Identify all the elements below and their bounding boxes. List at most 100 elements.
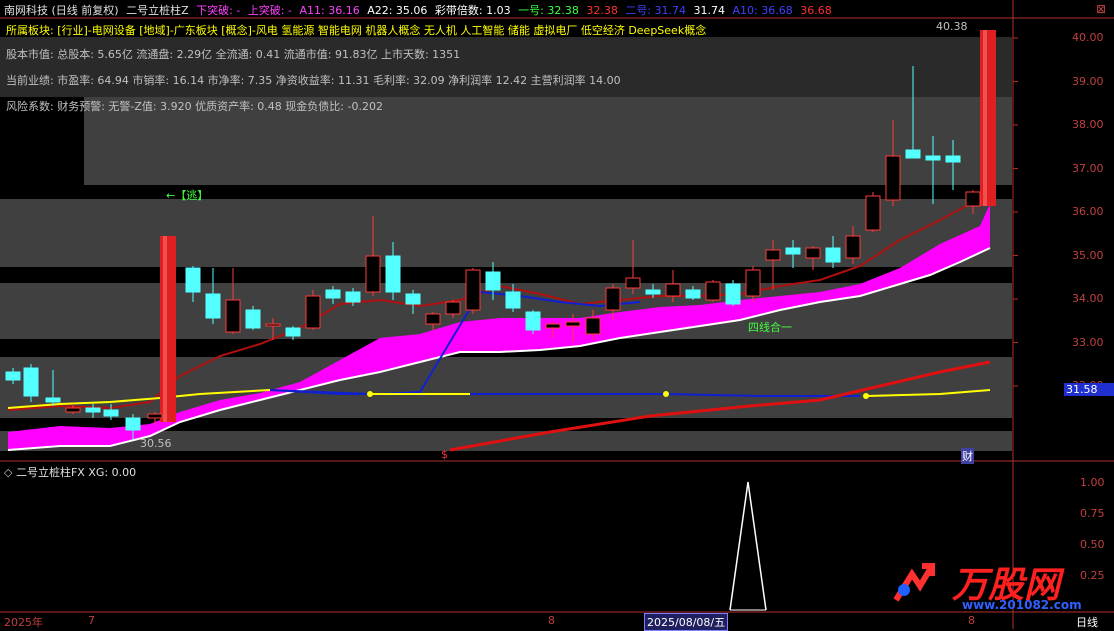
price-axis-tick: 37.00 bbox=[1072, 161, 1104, 175]
candlestick bbox=[665, 283, 681, 297]
candlestick bbox=[785, 247, 801, 255]
candlestick bbox=[825, 247, 841, 263]
candlestick bbox=[85, 407, 101, 413]
ribbon-multiple: 彩带倍数: 1.03 bbox=[434, 4, 511, 17]
candlestick bbox=[465, 269, 481, 311]
candlestick bbox=[925, 155, 941, 161]
price-axis-tick: 36.00 bbox=[1072, 205, 1104, 218]
current-price-tag: 31.58 bbox=[1064, 383, 1114, 396]
a11-value: A11: 36.16 bbox=[299, 4, 360, 17]
price-axis-tick: 33.00 bbox=[1072, 335, 1104, 349]
candlestick bbox=[845, 235, 861, 259]
candlestick bbox=[805, 247, 821, 259]
signal-column bbox=[980, 30, 996, 206]
candlestick bbox=[525, 311, 541, 331]
line1-value: 一号: 32.38 bbox=[518, 4, 579, 17]
candlestick bbox=[585, 317, 601, 335]
candlestick bbox=[445, 301, 461, 315]
watermark-url: www.201082.com bbox=[962, 598, 1082, 612]
a10-value: A10: 36.68 bbox=[732, 4, 793, 17]
candlestick bbox=[45, 397, 61, 403]
candlestick bbox=[125, 417, 141, 431]
chart-mode: (日线 前复权) bbox=[51, 4, 119, 17]
candlestick bbox=[345, 291, 361, 303]
candlestick bbox=[745, 269, 761, 297]
candlestick bbox=[565, 321, 581, 327]
candlestick bbox=[305, 295, 321, 329]
line2-value-b: 31.74 bbox=[693, 4, 726, 17]
watermark-logo-icon bbox=[892, 560, 936, 604]
candlestick bbox=[425, 313, 441, 325]
candlestick bbox=[885, 155, 901, 201]
candlestick bbox=[103, 409, 119, 417]
a22-value: A22: 35.06 bbox=[367, 4, 428, 17]
sub-panel-title[interactable]: ◇ 二号立桩柱FX XG: 0.00 bbox=[4, 464, 136, 480]
header-bar: 南网科技 (日线 前复权) 二号立桩柱Z 下突破: - 上突破: - A11: … bbox=[4, 2, 832, 18]
candlestick bbox=[365, 255, 381, 293]
candlestick bbox=[265, 323, 281, 327]
period-label[interactable]: 日线 bbox=[1076, 614, 1098, 630]
candlestick bbox=[23, 367, 39, 397]
candlestick bbox=[185, 267, 201, 293]
xg-signal-spike bbox=[729, 481, 767, 611]
footer-month-9: 8 bbox=[968, 614, 975, 627]
performance-info: 当前业绩: 市盈率: 64.94 市销率: 16.14 市净率: 7.35 净资… bbox=[6, 74, 621, 87]
escape-label: ←【逃】 bbox=[166, 189, 209, 202]
candlestick bbox=[65, 407, 81, 413]
candlestick bbox=[865, 195, 881, 231]
candlestick bbox=[685, 289, 701, 299]
candlestick bbox=[5, 371, 21, 381]
candlestick bbox=[705, 281, 721, 301]
footer-month-8: 8 bbox=[548, 614, 555, 627]
high-price-label: 40.38 bbox=[936, 20, 968, 33]
footer-year: 2025年 bbox=[4, 616, 43, 629]
candlestick bbox=[905, 149, 921, 159]
sector-info: 所属板块: [行业]-电网设备 [地域]-广东板块 [概念]-风电 氢能源 智能… bbox=[6, 24, 707, 37]
candlestick bbox=[147, 413, 163, 419]
capital-info: 股本市值: 总股本: 5.65亿 流通盘: 2.29亿 全流通: 0.41 流通… bbox=[6, 48, 461, 61]
down-break: 下突破: - bbox=[196, 4, 241, 17]
cursor-date: 2025/08/08/五 bbox=[644, 613, 729, 631]
price-axis-tick: 35.00 bbox=[1072, 248, 1104, 262]
a10-value-b: 36.68 bbox=[800, 4, 832, 17]
signal-column bbox=[160, 236, 176, 422]
kline-chart[interactable] bbox=[0, 0, 1114, 629]
candlestick bbox=[285, 327, 301, 337]
stock-name[interactable]: 南网科技 bbox=[4, 4, 48, 17]
price-axis-tick: 38.00 bbox=[1072, 118, 1104, 131]
candlestick bbox=[485, 271, 501, 291]
candlestick bbox=[505, 291, 521, 309]
candlestick bbox=[545, 323, 561, 329]
price-axis-tick: 39.00 bbox=[1072, 74, 1104, 88]
candlestick bbox=[965, 191, 981, 207]
candlestick bbox=[625, 277, 641, 289]
zone-band bbox=[0, 357, 1012, 418]
sub-axis-tick: 0.75 bbox=[1080, 507, 1105, 520]
price-axis-tick: 40.00 bbox=[1072, 31, 1104, 44]
line2-value: 二号: 31.74 bbox=[625, 4, 687, 17]
four-line-label: 四线合一 bbox=[748, 321, 792, 334]
candlestick bbox=[765, 249, 781, 261]
candlestick bbox=[385, 255, 401, 293]
close-icon[interactable]: ⊠ bbox=[1096, 2, 1106, 16]
candlestick bbox=[245, 309, 261, 329]
risk-info: 风险系数: 财务预警: 无警-Z值: 3.920 优质资产率: 0.48 现金负… bbox=[6, 100, 383, 113]
sub-panel-icon: ◇ bbox=[4, 466, 13, 479]
sub-axis-tick: 0.25 bbox=[1080, 569, 1105, 582]
candlestick bbox=[725, 283, 741, 305]
candlestick bbox=[225, 299, 241, 333]
low-price-label: 30.56 bbox=[140, 437, 172, 450]
line1-value-b: 32.38 bbox=[586, 4, 618, 17]
candlestick bbox=[205, 293, 221, 319]
sub-axis-tick: 1.00 bbox=[1080, 476, 1105, 489]
footer-month-7: 7 bbox=[88, 614, 95, 627]
dividend-marker[interactable]: $ bbox=[441, 448, 448, 461]
candlestick bbox=[325, 289, 341, 299]
finance-marker[interactable]: 财 bbox=[961, 448, 974, 464]
sub-axis-tick: 0.50 bbox=[1080, 538, 1105, 551]
indicator-name[interactable]: 二号立桩柱Z bbox=[126, 4, 189, 17]
candlestick bbox=[405, 293, 421, 305]
price-axis-tick: 34.00 bbox=[1072, 292, 1104, 305]
up-break: 上突破: - bbox=[247, 4, 292, 17]
candlestick bbox=[645, 289, 661, 295]
